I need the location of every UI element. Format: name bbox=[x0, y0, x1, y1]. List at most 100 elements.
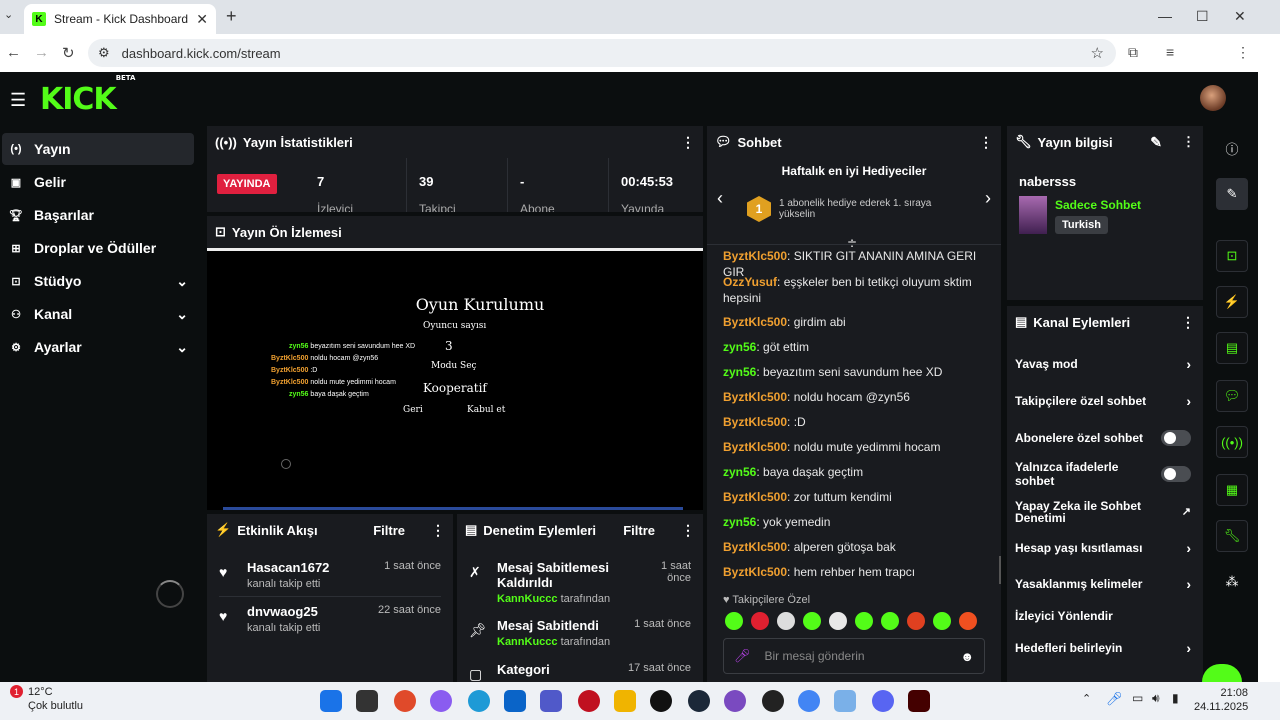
chevron-right-icon[interactable]: › bbox=[985, 188, 991, 209]
file-explorer-icon[interactable] bbox=[614, 690, 636, 712]
info-icon[interactable]: ⓘ bbox=[1216, 132, 1248, 164]
emote-icon[interactable] bbox=[855, 612, 873, 630]
clock-time[interactable]: 21:08 bbox=[1200, 687, 1248, 699]
chat-message[interactable]: zyn56: beyazıtım seni savundum hee XD bbox=[723, 364, 981, 380]
broadcast-tool-icon[interactable]: ((•)) bbox=[1216, 426, 1248, 458]
obs-icon[interactable] bbox=[762, 690, 784, 712]
action-banned-words[interactable]: Yasaklanmış kelimeler › bbox=[1015, 572, 1191, 596]
browser-tab[interactable]: K Stream - Kick Dashboard ✕ bbox=[24, 4, 216, 34]
chat-message[interactable]: zyn56: yok yemedin bbox=[723, 514, 981, 530]
chat-input[interactable]: 🎤︎ Bir mesaj gönderin ☻ bbox=[723, 638, 985, 674]
app-icon[interactable] bbox=[578, 690, 600, 712]
microphone-icon[interactable]: 🎤︎ bbox=[734, 648, 751, 664]
battery-icon[interactable]: ▮ bbox=[1172, 691, 1179, 705]
clock-date[interactable]: 24.11.2025 bbox=[1194, 701, 1248, 713]
emote-icon[interactable] bbox=[777, 612, 795, 630]
chat-username[interactable]: OzzYusuf bbox=[723, 275, 777, 289]
emote-icon[interactable] bbox=[803, 612, 821, 630]
more-options-icon[interactable]: ⋮ bbox=[979, 134, 993, 151]
hamburger-menu-icon[interactable]: ☰ bbox=[10, 90, 26, 111]
category-thumbnail[interactable] bbox=[1019, 196, 1047, 234]
extensions-icon[interactable]: ⧉ bbox=[1128, 44, 1138, 61]
chat-username[interactable]: zyn56 bbox=[723, 465, 756, 479]
chat-scrollbar[interactable] bbox=[999, 556, 1001, 584]
task-view-icon[interactable] bbox=[356, 690, 378, 712]
more-options-icon[interactable]: ⋮ bbox=[681, 134, 695, 151]
chat-username[interactable]: ByztKlc500 bbox=[723, 315, 787, 329]
browser-menu-icon[interactable]: ⋮ bbox=[1236, 44, 1250, 61]
emote-icon[interactable] bbox=[829, 612, 847, 630]
chat-username[interactable]: ByztKlc500 bbox=[723, 390, 787, 404]
chat-message[interactable]: zyn56: göt ettim bbox=[723, 339, 981, 355]
emote-icon[interactable] bbox=[751, 612, 769, 630]
sidebar-item-studyo[interactable]: ⊡ Stüdyo ⌄ bbox=[2, 265, 194, 297]
emote-icon[interactable] bbox=[959, 612, 977, 630]
chat-username[interactable]: zyn56 bbox=[723, 340, 756, 354]
action-account-age[interactable]: Hesap yaşı kısıtlaması › bbox=[1015, 536, 1191, 560]
windows-start-icon[interactable] bbox=[320, 690, 342, 712]
sidebar-item-yayin[interactable]: (•) Yayın bbox=[2, 133, 194, 165]
toggle-switch[interactable] bbox=[1161, 466, 1191, 482]
url-field[interactable]: ⚙ dashboard.kick.com/stream ☆ bbox=[88, 39, 1116, 67]
app-icon[interactable] bbox=[908, 690, 930, 712]
more-options-icon[interactable]: ⋮ bbox=[431, 522, 445, 539]
more-options-icon[interactable]: ⋮ bbox=[1181, 314, 1195, 331]
kick-logo[interactable]: KICKBETA bbox=[40, 74, 135, 117]
action-followers-chat[interactable]: Takipçilere özel sohbet › bbox=[1015, 389, 1191, 413]
steam-icon[interactable] bbox=[688, 690, 710, 712]
chat-username[interactable]: ByztKlc500 bbox=[723, 565, 787, 579]
category-name[interactable]: Sadece Sohbet bbox=[1055, 198, 1141, 212]
widgets-icon[interactable]: ⁂ bbox=[1216, 566, 1248, 598]
chat-message[interactable]: ByztKlc500: hem rehber hem trapcı bbox=[723, 564, 981, 580]
layout-tool-icon[interactable]: ▦ bbox=[1216, 474, 1248, 506]
edit-pencil-icon[interactable]: ✎ bbox=[1150, 134, 1162, 151]
chat-username[interactable]: ByztKlc500 bbox=[723, 249, 787, 263]
tab-search-icon[interactable]: ⌄ bbox=[4, 8, 13, 21]
app-icon[interactable] bbox=[650, 690, 672, 712]
preview-video[interactable]: Oyun Kurulumu Oyuncu sayısı 3 Modu Seç K… bbox=[207, 248, 703, 510]
chat-message[interactable]: ByztKlc500: noldu mute yedimmi hocam bbox=[723, 439, 981, 455]
user-avatar[interactable] bbox=[1200, 85, 1226, 111]
discord-icon[interactable] bbox=[872, 690, 894, 712]
minimize-icon[interactable]: — bbox=[1158, 8, 1172, 24]
emote-icon[interactable] bbox=[881, 612, 899, 630]
chat-message[interactable]: ByztKlc500: alperen götoşa bak bbox=[723, 539, 981, 555]
more-options-icon[interactable]: ⋮ bbox=[1182, 134, 1195, 150]
edit-pencil-icon[interactable]: ✎ bbox=[1216, 178, 1248, 210]
emote-icon[interactable] bbox=[933, 612, 951, 630]
chat-tool-icon[interactable]: 💬︎ bbox=[1216, 380, 1248, 412]
chevron-left-icon[interactable]: ‹ bbox=[717, 188, 723, 209]
back-icon[interactable]: ← bbox=[6, 44, 21, 61]
action-set-goals[interactable]: Hedefleri belirleyin › bbox=[1015, 636, 1191, 660]
preview-tool-icon[interactable]: ⊡ bbox=[1216, 240, 1248, 272]
emote-icon[interactable] bbox=[725, 612, 743, 630]
chat-message[interactable]: ByztKlc500: noldu hocam @zyn56 bbox=[723, 389, 981, 405]
sidebar-item-ayarlar[interactable]: ⚙ Ayarlar ⌄ bbox=[2, 331, 194, 363]
chat-message[interactable]: ByztKlc500: :D bbox=[723, 414, 981, 430]
chat-message[interactable]: OzzYusuf: eşşkeler ben bi tetikçi oluyum… bbox=[723, 274, 981, 306]
microphone-tray-icon[interactable]: 🎤︎ bbox=[1106, 691, 1123, 707]
reload-icon[interactable]: ↻ bbox=[62, 44, 75, 62]
toggle-switch[interactable] bbox=[1161, 430, 1191, 446]
teams-icon[interactable] bbox=[540, 690, 562, 712]
more-options-icon[interactable]: ⋮ bbox=[681, 522, 695, 539]
forward-icon[interactable]: → bbox=[34, 44, 49, 61]
chat-message[interactable]: ByztKlc500: zor tuttum kendimi bbox=[723, 489, 981, 505]
copilot-icon[interactable] bbox=[430, 690, 452, 712]
sidebar-item-gelir[interactable]: ▣ Gelir bbox=[2, 166, 194, 198]
media-control-icon[interactable]: ≡ bbox=[1166, 44, 1174, 60]
emote-icon[interactable] bbox=[907, 612, 925, 630]
document-tool-icon[interactable]: ▤ bbox=[1216, 332, 1248, 364]
outlook-icon[interactable] bbox=[504, 690, 526, 712]
network-icon[interactable]: ▭ bbox=[1132, 691, 1143, 705]
action-raid[interactable]: İzleyici Yönlendir bbox=[1015, 604, 1191, 628]
edge-icon[interactable] bbox=[468, 690, 490, 712]
site-info-icon[interactable]: ⚙ bbox=[98, 45, 110, 61]
chat-username[interactable]: ByztKlc500 bbox=[723, 415, 787, 429]
chat-username[interactable]: zyn56 bbox=[723, 515, 756, 529]
action-slow-mode[interactable]: Yavaş mod › bbox=[1015, 352, 1191, 376]
volume-icon[interactable]: 🔊︎ bbox=[1152, 691, 1160, 706]
emoji-icon[interactable]: ☻ bbox=[960, 649, 974, 664]
weather-widget-icon[interactable]: 1 bbox=[4, 685, 24, 705]
chat-username[interactable]: zyn56 bbox=[723, 365, 756, 379]
